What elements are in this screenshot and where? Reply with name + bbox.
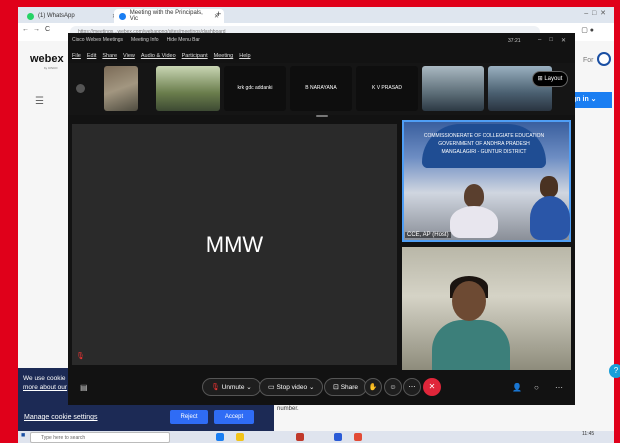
menu-icon[interactable]: ☰ [35, 96, 44, 107]
chevron-down-icon: ⌄ [246, 384, 252, 391]
participant-name: K V PRASAD [371, 85, 402, 91]
share-label: Share [340, 384, 359, 391]
hide-menu-bar-button[interactable]: Hide Menu Bar [167, 37, 200, 43]
participant-thumbnail[interactable]: B NARAYANA [290, 66, 352, 111]
chevron-down-icon: ⌄ [308, 384, 315, 391]
chevron-down-icon: ⌄ [590, 96, 597, 103]
participant-thumbnail[interactable] [156, 66, 220, 111]
minimize-icon[interactable]: – [538, 37, 541, 44]
participant-name: krk gdc addanki [237, 85, 273, 91]
more-options-button[interactable]: ⋯ [403, 378, 421, 396]
window-controls[interactable]: – □ ✕ [584, 9, 606, 17]
institution-banner: COMMISSIONERATE OF COLLEGIATE EDUCATION … [422, 124, 546, 168]
participant-thumbnail[interactable] [422, 66, 484, 111]
taskbar-search-input[interactable]: Type here to search [30, 432, 170, 443]
menu-view[interactable]: View [123, 53, 135, 59]
mic-muted-icon: 🎙 [211, 384, 220, 391]
participant-body [432, 320, 510, 370]
tab-meeting[interactable]: Meeting with the Principals, Vic ✕ [114, 9, 224, 23]
tab-whatsapp[interactable]: (1) WhatsApp ✕ [22, 9, 122, 23]
menu-audio-video[interactable]: Audio & Video [141, 53, 176, 59]
host-person-head [464, 184, 484, 208]
tab-label: (1) WhatsApp [38, 13, 75, 19]
banner-line: GOVERNMENT OF ANDHRA PRADESH [438, 141, 530, 147]
profile-icon[interactable]: ▢ ● [581, 26, 594, 34]
strip-scroll-left[interactable] [76, 84, 85, 93]
participant-thumbnail[interactable]: K V PRASAD [356, 66, 418, 111]
red-frame-top [0, 0, 620, 7]
number-text: number. [277, 406, 299, 412]
participant-face [452, 281, 486, 321]
back-icon[interactable]: ← [22, 26, 29, 33]
menu-meeting[interactable]: Meeting [214, 53, 234, 59]
taskbar-clock: 11:45 [582, 431, 595, 437]
close-icon[interactable]: ✕ [561, 37, 566, 44]
captions-icon[interactable]: ▤ [80, 383, 88, 392]
stop-video-button[interactable]: ▭ Stop video ⌄ [259, 378, 324, 396]
tab-label: Meeting with the Principals, Vic [129, 10, 203, 22]
for-text: For [583, 57, 594, 64]
folder-icon[interactable] [236, 433, 244, 441]
avatar[interactable] [597, 52, 611, 66]
leave-meeting-button[interactable]: ✕ [423, 378, 441, 396]
cookie-more-link[interactable]: more about our [23, 384, 67, 391]
menu-edit[interactable]: Edit [87, 53, 96, 59]
person-head [540, 176, 558, 198]
host-label: CCE, AP (Host) [405, 232, 451, 238]
more-icon[interactable]: ⋯ [555, 383, 563, 392]
reject-button[interactable]: Reject [170, 410, 208, 424]
person-body [530, 196, 570, 240]
meeting-app-title: Cisco Webex Meetings [72, 37, 124, 43]
layout-icon: ⊞ [537, 76, 543, 82]
layout-label: Layout [544, 76, 563, 82]
unmute-button[interactable]: 🎙 Unmute ⌄ [202, 378, 261, 396]
chat-icon[interactable]: ○ [534, 383, 539, 392]
webex-logo-sub: by CISCO [44, 66, 58, 70]
strip-resize-handle[interactable] [316, 115, 328, 117]
webex-icon [119, 12, 126, 20]
manage-cookie-settings-link[interactable]: Manage cookie settings [24, 414, 98, 421]
participant-thumbnail[interactable]: krk gdc addanki [224, 66, 286, 111]
whatsapp-icon [27, 12, 34, 20]
stop-video-label: Stop video [276, 384, 308, 391]
share-button[interactable]: ⊡ Share [324, 378, 368, 396]
forward-icon[interactable]: → [33, 26, 40, 33]
new-tab-button[interactable]: + [216, 9, 221, 19]
share-icon: ⊡ [333, 384, 339, 391]
raise-hand-button[interactable]: ✋ [364, 378, 382, 396]
webex-logo: webex [30, 53, 64, 65]
edge-icon[interactable] [216, 433, 224, 441]
meeting-timer: 37:21 [508, 38, 521, 44]
participants-icon[interactable]: 👤 [512, 383, 522, 392]
app-icon[interactable] [296, 433, 304, 441]
windows-start-icon[interactable]: ■ [21, 432, 25, 439]
host-person-body [450, 206, 498, 238]
banner-line: COMMISSIONERATE OF COLLEGIATE EDUCATION [423, 133, 545, 139]
chrome-icon[interactable] [354, 433, 362, 441]
maximize-icon[interactable]: □ [549, 37, 553, 44]
camera-icon: ▭ [268, 384, 275, 391]
unmute-label: Unmute [221, 384, 245, 391]
active-speaker-name: MMW [205, 232, 264, 257]
meeting-window-controls[interactable]: – □ ✕ [538, 37, 566, 44]
participant-name: B NARAYANA [305, 85, 337, 91]
participant-thumbnail[interactable] [104, 66, 138, 111]
meeting-info-button[interactable]: Meeting Info [131, 37, 159, 43]
muted-mic-icon: 🎙 [76, 353, 85, 360]
menu-help[interactable]: Help [239, 53, 250, 59]
meeting-title-bar: Cisco Webex Meetings Meeting Info Hide M… [72, 37, 200, 43]
meeting-menu-bar: File Edit Share View Audio & Video Parti… [72, 53, 251, 59]
menu-file[interactable]: File [72, 53, 81, 59]
help-icon[interactable]: ? [609, 364, 620, 378]
red-frame-left [0, 0, 18, 443]
accept-button[interactable]: Accept [214, 410, 254, 424]
reload-icon[interactable]: C [45, 26, 50, 33]
reactions-button[interactable]: ☺ [384, 378, 402, 396]
menu-share[interactable]: Share [102, 53, 117, 59]
menu-participant[interactable]: Participant [182, 53, 208, 59]
browser-tab-bar: (1) WhatsApp ✕ Meeting with the Principa… [18, 7, 614, 23]
banner-line: MANGALAGIRI - GUNTUR DISTRICT [441, 149, 527, 155]
word-icon[interactable] [334, 433, 342, 441]
layout-button[interactable]: ⊞ Layout [532, 71, 568, 87]
